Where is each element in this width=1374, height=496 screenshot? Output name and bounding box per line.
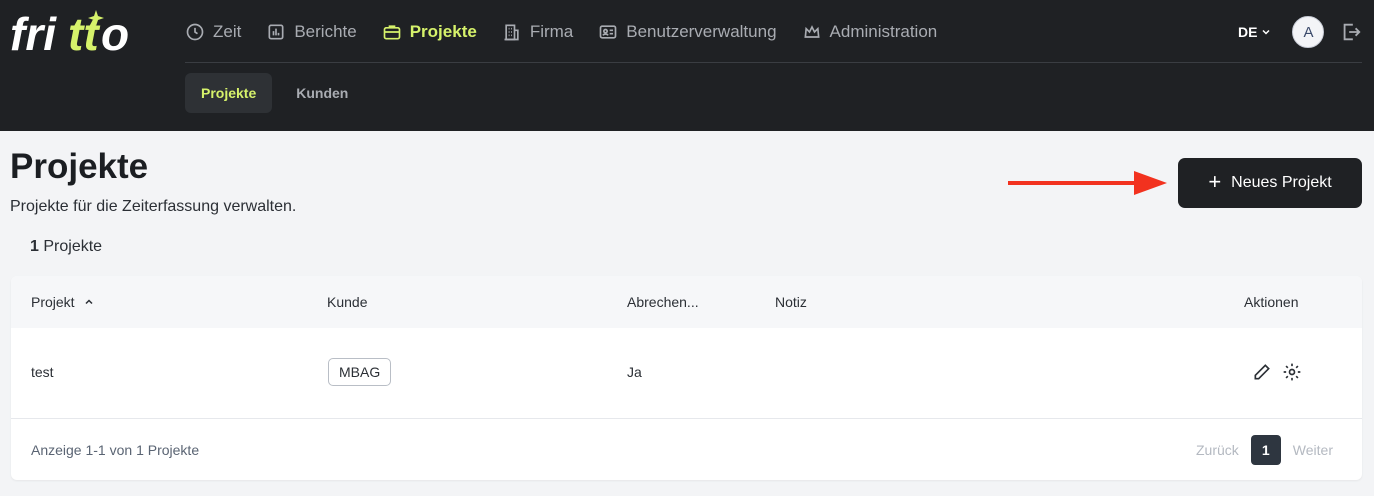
nav-label: Benutzerverwaltung xyxy=(626,22,777,41)
table-header: Projekt Kunde Abrechen... Notiz Aktionen xyxy=(11,276,1362,328)
pagination: Zurück 1 Weiter xyxy=(1196,435,1333,465)
settings-gear-icon[interactable] xyxy=(1282,362,1302,382)
svg-text:o: o xyxy=(101,8,129,58)
logout-icon xyxy=(1344,23,1361,41)
language-selector[interactable]: DE xyxy=(1238,24,1272,40)
sort-ascending-icon xyxy=(85,299,93,305)
user-controls: DE A xyxy=(1238,14,1362,50)
projects-table: Projekt Kunde Abrechen... Notiz Aktionen… xyxy=(11,276,1362,480)
language-label: DE xyxy=(1238,24,1258,40)
cell-project: test xyxy=(31,364,54,380)
project-count-number: 1 xyxy=(30,238,39,255)
column-header-project[interactable]: Projekt xyxy=(31,294,95,310)
avatar[interactable]: A xyxy=(1292,16,1325,48)
nav-label: Projekte xyxy=(409,22,477,41)
svg-text:fri: fri xyxy=(10,8,57,58)
nav-label: Zeit xyxy=(213,22,242,41)
id-card-icon xyxy=(599,25,617,39)
fritto-logo[interactable]: fri tt o xyxy=(10,6,140,58)
nav-item-administration[interactable]: Administration xyxy=(802,22,938,42)
nav-item-projekte[interactable]: Projekte xyxy=(382,22,477,42)
crown-icon xyxy=(803,25,820,38)
page-title: Projekte xyxy=(10,147,149,186)
cell-billable: Ja xyxy=(627,364,642,380)
nav-item-benutzerverwaltung[interactable]: Benutzerverwaltung xyxy=(598,22,777,42)
briefcase-icon xyxy=(383,25,401,40)
column-header-label: Projekt xyxy=(31,294,75,310)
nav-divider xyxy=(185,62,1362,63)
sub-navigation: Projekte Kunden xyxy=(185,73,364,113)
top-navigation-bar: fri tt o Zeit Berichte Projekte Firma Be… xyxy=(0,0,1374,131)
nav-item-berichte[interactable]: Berichte xyxy=(266,22,357,42)
table-footer: Anzeige 1-1 von 1 Projekte Zurück 1 Weit… xyxy=(11,419,1362,480)
avatar-initial: A xyxy=(1303,23,1314,41)
plus-icon: + xyxy=(1208,169,1222,194)
main-nav: Zeit Berichte Projekte Firma Benutzerver… xyxy=(185,17,962,47)
page-subtitle: Projekte für die Zeiterfassung verwalten… xyxy=(10,198,297,215)
customer-badge: MBAG xyxy=(328,358,392,386)
building-icon xyxy=(504,24,519,41)
new-project-label: Neues Projekt xyxy=(1231,174,1332,191)
next-page-button[interactable]: Weiter xyxy=(1293,442,1333,458)
table-row[interactable]: test MBAG Ja xyxy=(11,328,1362,419)
chevron-down-icon xyxy=(1262,29,1270,35)
edit-pencil-icon[interactable] xyxy=(1252,362,1272,382)
column-header-actions: Aktionen xyxy=(1244,294,1299,310)
project-count: 1 Projekte xyxy=(30,238,102,256)
prev-page-button[interactable]: Zurück xyxy=(1196,442,1239,458)
page-1-button[interactable]: 1 xyxy=(1250,435,1281,465)
pagination-summary: Anzeige 1-1 von 1 Projekte xyxy=(31,442,200,458)
logout-button[interactable] xyxy=(1340,21,1362,43)
column-header-billable[interactable]: Abrechen... xyxy=(627,294,699,310)
chart-icon xyxy=(268,24,284,40)
new-project-button[interactable]: + Neues Projekt xyxy=(1178,158,1362,208)
nav-item-firma[interactable]: Firma xyxy=(502,22,573,42)
nav-label: Administration xyxy=(829,22,938,41)
column-header-note[interactable]: Notiz xyxy=(775,294,807,310)
column-header-customer[interactable]: Kunde xyxy=(327,294,367,310)
subtab-kunden[interactable]: Kunden xyxy=(280,73,364,113)
nav-label: Firma xyxy=(529,22,574,41)
red-arrow-annotation xyxy=(1008,171,1167,195)
nav-label: Berichte xyxy=(294,22,357,41)
clock-icon xyxy=(186,23,204,41)
nav-item-zeit[interactable]: Zeit xyxy=(185,22,241,42)
project-count-label: Projekte xyxy=(43,238,103,255)
subtab-projekte[interactable]: Projekte xyxy=(185,73,273,113)
